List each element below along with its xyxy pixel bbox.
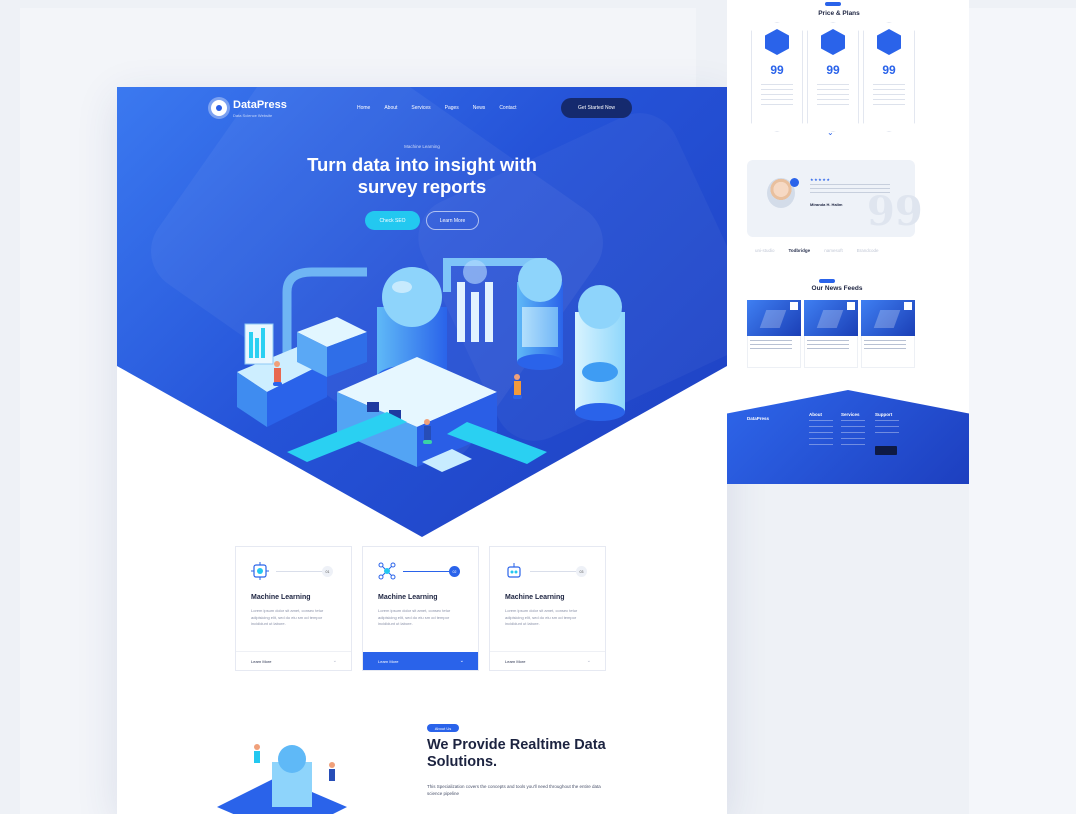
footer-links[interactable] [875,420,899,438]
plan-feature-lines [873,84,905,109]
news-date-badge [904,302,912,310]
brain-chip-icon [251,562,269,580]
app-store-badge[interactable] [875,446,897,455]
check-seo-button[interactable]: Check SEO [365,211,420,230]
learn-more-button[interactable]: Learn More [426,211,479,230]
feature-link-label: Learn More [505,659,526,664]
news-card[interactable] [747,300,801,368]
robot-head-icon [507,563,521,578]
feature-title: Machine Learning [251,594,311,601]
feature-title: Machine Learning [378,594,438,601]
footer-column-title: About [809,412,822,417]
logo-tagline: Data Science Website [233,113,273,118]
price-plan-card[interactable]: 99 [863,22,915,132]
feature-learn-more-link[interactable]: Learn More ⌄ [363,652,478,670]
plan-price: 99 [770,63,784,77]
about-title: We Provide Realtime Data Solutions. [427,737,606,770]
feature-progress-line [276,571,322,572]
features-row: 01 Machine Learning Lorem ipsum dolor si… [235,546,609,671]
about-illustration [217,744,347,814]
news-text-lines [864,340,906,352]
feature-number: 01 [322,566,333,577]
plan-feature-lines [817,84,849,109]
network-nodes-icon [378,562,396,580]
plans-title: Price & Plans [818,10,860,17]
brand-logos: uni-studio Todbridge namesoft Brandcode [755,248,878,253]
feature-number: 02 [449,566,460,577]
feature-learn-more-link[interactable]: Learn More ⌄ [490,651,605,670]
hero-title-text: Turn data into insight with survey repor… [307,154,537,197]
brand-logo: namesoft [824,248,843,253]
feature-link-label: Learn More [251,659,272,664]
testimonial-card: ★★★★★ Miranda H. Halim 99 [747,160,923,237]
inner-pages-preview: Price & Plans 99 99 99 ⌄ ★★★★★ Miranda H… [727,0,969,484]
logo-icon[interactable] [211,100,227,116]
plan-hexagon-icon [765,29,789,55]
feature-learn-more-link[interactable]: Learn More ⌄ [236,651,351,670]
feature-card[interactable]: 02 Machine Learning Lorem ipsum dolor si… [362,546,479,671]
plan-feature-lines [761,84,793,109]
chevron-down-icon: ⌄ [332,658,337,664]
quote-badge-icon [790,178,799,187]
about-badge: About Us [427,724,459,732]
price-plan-card[interactable]: 99 [807,22,859,132]
news-badge [819,279,835,283]
nav-item-contact[interactable]: Contact [499,105,516,111]
chevron-down-icon: ⌄ [827,128,834,137]
brand-logo: Todbridge [788,248,811,253]
feature-card[interactable]: 03 Machine Learning Lorem ipsum dolor si… [489,546,606,671]
nav-item-services[interactable]: Services [411,105,430,111]
backdrop-panel-right [969,8,1076,814]
nav-links: Home About Services Pages News Contact [357,105,517,111]
news-date-badge [847,302,855,310]
chevron-down-icon: ⌄ [459,658,464,664]
data-factory-illustration [237,258,625,472]
news-text-lines [807,340,849,352]
news-text-lines [750,340,792,352]
footer-column-title: Services [841,412,860,417]
price-plan-card[interactable]: 99 [751,22,803,132]
nav-item-home[interactable]: Home [357,105,370,111]
news-card[interactable] [804,300,858,368]
plan-price: 99 [882,63,896,77]
feature-number: 03 [576,566,587,577]
feature-card[interactable]: 01 Machine Learning Lorem ipsum dolor si… [235,546,352,671]
feature-text: Lorem ipsum dolor sit amet, consec tetur… [251,608,324,626]
feature-progress-line [403,571,449,572]
hero-eyebrow: Machine Learning [404,144,440,149]
plan-hexagon-icon [877,29,901,55]
plan-price: 99 [826,63,840,77]
brand-logo: Brandcode [856,248,879,253]
about-text: This Specialization covers the concepts … [427,784,601,796]
brand-logo: uni-studio [755,248,775,253]
feature-text: Lorem ipsum dolor sit amet, consec tetur… [505,608,578,626]
feature-link-label: Learn More [378,659,399,664]
feature-progress-line [530,571,576,572]
rating-stars: ★★★★★ [810,177,831,182]
feature-text: Lorem ipsum dolor sit amet, consec tetur… [378,608,451,626]
footer: DataPress About Services Support [727,390,969,484]
chevron-down-icon: ⌄ [586,658,591,664]
feature-title: Machine Learning [505,594,565,601]
top-navigation: DataPress Data Science Website Home Abou… [117,87,727,133]
footer-column-title: Support [875,412,893,417]
nav-item-about[interactable]: About [384,105,397,111]
nav-item-pages[interactable]: Pages [445,105,459,111]
get-started-button[interactable]: Get Started Now [561,98,632,118]
quote-mark-icon: 99 [867,188,923,235]
footer-links[interactable] [809,420,833,450]
footer-links[interactable] [841,420,865,450]
news-date-badge [790,302,798,310]
plan-hexagon-icon [821,29,845,55]
plans-badge [825,2,841,6]
footer-logo[interactable]: DataPress [747,416,769,421]
nav-item-news[interactable]: News [473,105,486,111]
hero-title: Turn data into insight with survey repor… [117,154,727,198]
testimonial-name: Miranda H. Halim [810,202,843,207]
news-card[interactable] [861,300,915,368]
logo-name[interactable]: DataPress [233,99,287,111]
landing-page-preview: DataPress Data Science Website Home Abou… [117,87,727,814]
news-title: Our News Feeds [811,285,863,292]
